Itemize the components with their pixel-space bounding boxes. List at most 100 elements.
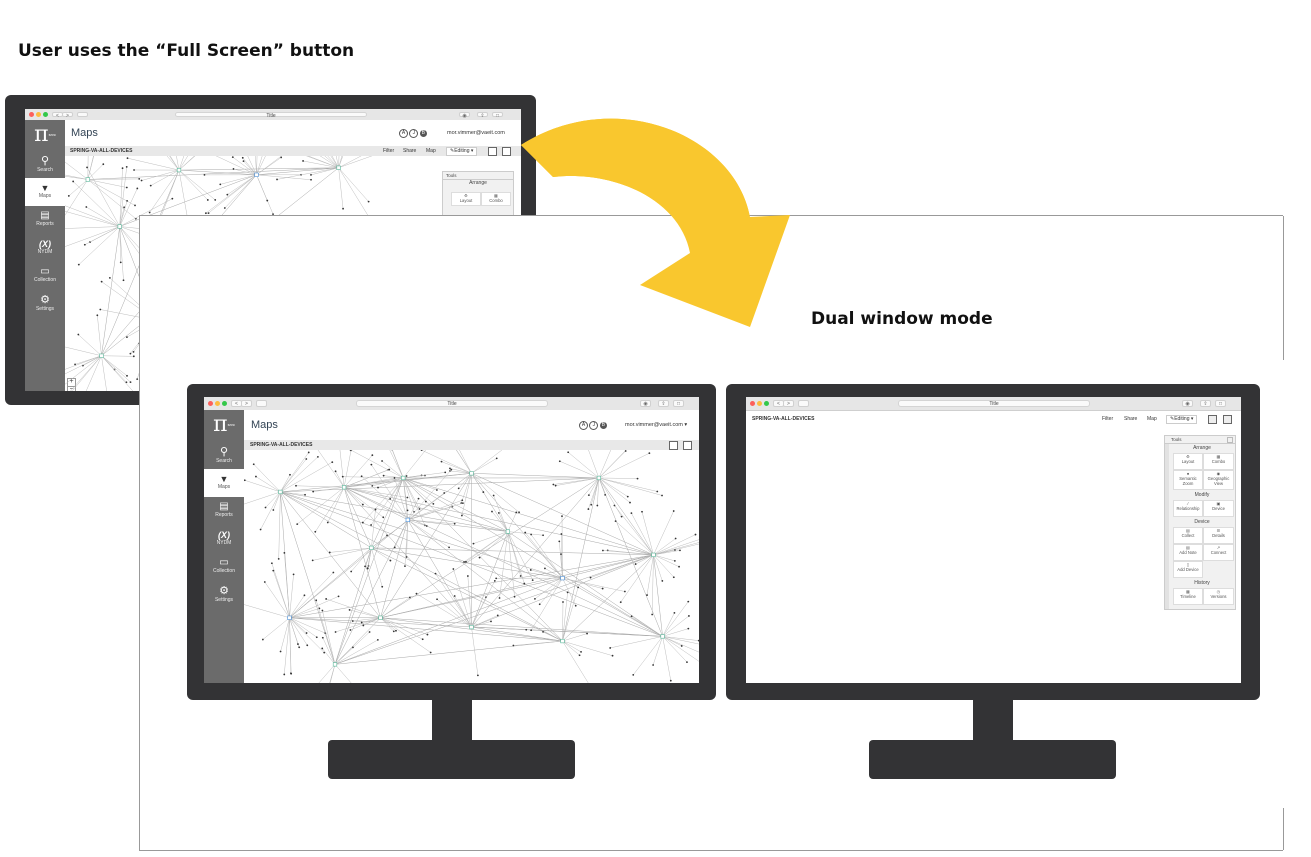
avatar[interactable]: A (399, 129, 408, 138)
device-node[interactable] (272, 509, 275, 511)
device-node[interactable] (305, 632, 308, 634)
sidebar-item-collection[interactable]: ▭ Collection (204, 553, 244, 581)
device-node[interactable] (406, 496, 409, 499)
device-node[interactable] (392, 630, 395, 633)
device-node[interactable] (132, 355, 135, 358)
device-node[interactable] (326, 521, 329, 524)
device-node[interactable] (651, 613, 654, 616)
map-button[interactable]: Map (1147, 414, 1157, 424)
device-node[interactable] (315, 636, 318, 639)
device-node[interactable] (453, 595, 456, 597)
device-node[interactable] (307, 451, 310, 454)
device-node[interactable] (674, 549, 676, 551)
device-node[interactable] (315, 599, 318, 602)
device-node[interactable] (478, 556, 481, 559)
maximize-dot[interactable] (222, 401, 227, 406)
device-node[interactable] (100, 280, 103, 283)
device-node[interactable] (408, 596, 411, 599)
tabs-icon[interactable]: □ (673, 400, 684, 407)
avatar[interactable]: J (589, 421, 599, 430)
device-node[interactable] (554, 484, 557, 487)
device-node[interactable] (125, 381, 128, 384)
device-node[interactable] (453, 522, 456, 525)
device-node[interactable] (673, 560, 676, 562)
device-node[interactable] (515, 511, 518, 514)
geographic-view-button[interactable]: ◉ Geographic View (1203, 470, 1234, 490)
device-node[interactable] (609, 647, 612, 649)
device-node[interactable] (661, 580, 664, 582)
avatar[interactable]: A (579, 421, 588, 430)
device-node[interactable] (513, 595, 516, 598)
sidebar-item-search[interactable]: ⚲ Search (25, 150, 65, 178)
hub-node[interactable] (560, 576, 565, 581)
device-node[interactable] (298, 646, 301, 649)
device-node[interactable] (367, 200, 370, 203)
device-node[interactable] (418, 508, 421, 510)
device-node[interactable] (432, 502, 435, 505)
device-node[interactable] (342, 207, 344, 210)
device-node[interactable] (492, 494, 495, 497)
hub-node[interactable] (505, 529, 511, 534)
device-node[interactable] (634, 563, 637, 565)
url-bar[interactable]: Title (898, 400, 1090, 407)
device-node[interactable] (542, 534, 544, 537)
device-node[interactable] (425, 525, 428, 527)
device-node[interactable] (171, 197, 174, 200)
device-node[interactable] (417, 497, 420, 500)
device-node[interactable] (395, 629, 397, 632)
device-node[interactable] (463, 561, 465, 563)
device-node[interactable] (601, 587, 604, 590)
hub-node[interactable] (469, 624, 474, 630)
maximize-dot[interactable] (764, 401, 769, 406)
layout-button[interactable]: ⚙ Layout (451, 192, 481, 206)
device-node[interactable] (302, 160, 304, 162)
device-node[interactable] (204, 212, 207, 215)
details-button[interactable]: ☰ Details (1203, 527, 1234, 544)
device-node[interactable] (674, 537, 677, 540)
device-node[interactable] (672, 576, 675, 579)
device-node[interactable] (119, 261, 122, 264)
device-node[interactable] (312, 490, 315, 493)
device-node[interactable] (264, 506, 267, 509)
device-node[interactable] (368, 631, 371, 633)
device-node[interactable] (448, 546, 450, 549)
collect-button[interactable]: ▤ Collect (1173, 527, 1203, 544)
hub-node[interactable] (336, 165, 341, 170)
device-node[interactable] (620, 515, 623, 518)
hub-node[interactable] (176, 168, 182, 173)
device-node[interactable] (370, 524, 372, 526)
device-node[interactable] (393, 546, 396, 549)
device-node[interactable] (133, 169, 135, 171)
device-node[interactable] (542, 630, 544, 633)
device-node[interactable] (364, 565, 366, 568)
device-node[interactable] (529, 569, 532, 571)
device-node[interactable] (263, 581, 266, 583)
device-node[interactable] (223, 207, 226, 209)
device-node[interactable] (619, 601, 622, 604)
device-node[interactable] (586, 632, 588, 635)
device-node[interactable] (306, 644, 309, 647)
forward-nav-icon[interactable]: > (241, 400, 252, 407)
minimize-dot[interactable] (215, 401, 220, 406)
forward-nav-icon[interactable]: > (783, 400, 794, 407)
sidebar-toggle-icon[interactable] (256, 400, 267, 407)
device-node[interactable] (74, 363, 76, 366)
user-email[interactable]: mor.vimmer@vaeit.com (447, 130, 505, 136)
split-view-icon[interactable] (683, 441, 692, 450)
url-bar[interactable]: Title (356, 400, 548, 407)
device-node[interactable] (328, 551, 331, 554)
device-node[interactable] (350, 570, 353, 573)
device-node[interactable] (495, 457, 498, 460)
device-node[interactable] (77, 333, 80, 336)
device-node[interactable] (136, 378, 139, 381)
device-node[interactable] (497, 512, 500, 514)
device-node[interactable] (140, 179, 143, 182)
device-node[interactable] (525, 628, 528, 631)
device-node[interactable] (495, 577, 498, 580)
device-node[interactable] (272, 569, 275, 572)
device-node[interactable] (121, 167, 124, 170)
device-node[interactable] (386, 534, 388, 537)
device-node[interactable] (362, 624, 365, 627)
avatar[interactable]: B (599, 422, 607, 429)
app-logo[interactable]: πsrvc (25, 122, 65, 150)
